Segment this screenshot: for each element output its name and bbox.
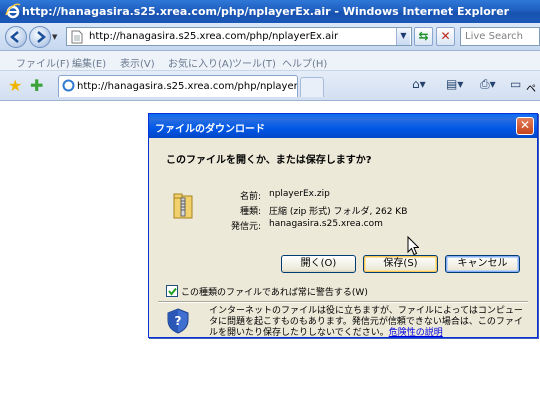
cancel-button[interactable]: キャンセル bbox=[445, 255, 520, 273]
address-input[interactable]: http://hanagasira.s25.xrea.com/php/nplay… bbox=[66, 27, 412, 46]
favorites-star-icon[interactable]: ★ bbox=[8, 76, 22, 95]
menu-help[interactable]: ヘルプ(H) bbox=[282, 55, 327, 70]
dialog-close-button[interactable]: ✕ bbox=[516, 117, 534, 135]
warn-checkbox[interactable] bbox=[166, 285, 178, 297]
loading-icon bbox=[62, 79, 75, 92]
add-favorites-icon[interactable]: ✚ bbox=[30, 76, 43, 95]
menu-view[interactable]: 表示(V) bbox=[120, 55, 155, 70]
page-menu-icon[interactable]: ▭ bbox=[510, 77, 521, 91]
file-download-dialog: ファイルのダウンロード ✕ このファイルを開くか、または保存しますか? 名前: … bbox=[148, 113, 538, 338]
menu-edit[interactable]: 編集(E) bbox=[72, 55, 106, 70]
dialog-body: このファイルを開くか、または保存しますか? 名前: nplayerEx.zip … bbox=[149, 138, 537, 338]
forward-arrow-icon bbox=[37, 31, 46, 43]
internet-explorer-icon bbox=[5, 3, 21, 19]
dialog-titlebar: ファイルのダウンロード ✕ bbox=[149, 114, 537, 138]
refresh-button[interactable]: ⇆ bbox=[414, 27, 433, 46]
type-value: 圧縮 (zip 形式) フォルダ, 262 KB bbox=[269, 207, 408, 217]
type-label: 種類: bbox=[239, 207, 261, 217]
refresh-icon: ⇆ bbox=[418, 29, 429, 43]
menu-favorites[interactable]: お気に入り(A) bbox=[168, 55, 233, 70]
risk-explanation-link[interactable]: 危険性の説明 bbox=[389, 328, 443, 338]
save-button[interactable]: 保存(S) bbox=[363, 255, 438, 273]
close-icon: ✕ bbox=[519, 118, 531, 132]
back-button[interactable] bbox=[5, 26, 27, 48]
new-tab-button[interactable] bbox=[300, 77, 324, 97]
tab-bar: ★ ✚ http://hanagasira.s25.xrea.com/php/n… bbox=[0, 71, 540, 101]
mouse-cursor-icon bbox=[407, 236, 419, 256]
shield-question-icon: ? bbox=[167, 308, 189, 334]
svg-text:?: ? bbox=[175, 314, 182, 328]
history-dropdown-icon[interactable]: ▼ bbox=[52, 33, 57, 41]
print-icon[interactable]: ⎙▾ bbox=[480, 77, 496, 92]
address-dropdown-icon[interactable]: ▼ bbox=[396, 28, 410, 45]
address-url: http://hanagasira.s25.xrea.com/php/nplay… bbox=[89, 31, 339, 42]
name-value: nplayerEx.zip bbox=[269, 189, 330, 199]
page-menu-label[interactable]: ペ bbox=[526, 80, 536, 95]
forward-button[interactable] bbox=[29, 26, 51, 48]
address-bar: ▼ http://hanagasira.s25.xrea.com/php/npl… bbox=[0, 23, 540, 51]
home-icon[interactable]: ⌂▾ bbox=[412, 77, 426, 91]
page-icon bbox=[71, 30, 83, 44]
zip-folder-icon bbox=[173, 193, 193, 219]
source-label: 発信元: bbox=[230, 222, 261, 232]
source-value: hanagasira.s25.xrea.com bbox=[269, 219, 383, 229]
search-input[interactable]: Live Search bbox=[460, 27, 540, 46]
dialog-separator bbox=[158, 301, 528, 303]
search-placeholder: Live Search bbox=[465, 31, 523, 42]
stop-button[interactable]: ✕ bbox=[436, 27, 455, 46]
stop-icon: ✕ bbox=[440, 29, 451, 43]
warning-text: インターネットのファイルは役に立ちますが、ファイルによってはコンピュータに問題を… bbox=[209, 306, 527, 339]
warn-checkbox-label[interactable]: この種類のファイルであれば常に警告する(W) bbox=[181, 285, 368, 298]
dialog-question: このファイルを開くか、または保存しますか? bbox=[166, 155, 372, 166]
tab-title: http://hanagasira.s25.xrea.com/php/nplay… bbox=[77, 81, 298, 92]
window-title: http://hanagasira.s25.xrea.com/php/nplay… bbox=[22, 5, 510, 18]
checkmark-icon bbox=[168, 287, 177, 296]
warning-message: インターネットのファイルは役に立ちますが、ファイルによってはコンピュータに問題を… bbox=[209, 306, 523, 338]
open-button[interactable]: 開く(O) bbox=[281, 255, 356, 273]
tab-current[interactable]: http://hanagasira.s25.xrea.com/php/nplay… bbox=[58, 75, 298, 97]
menu-tools[interactable]: ツール(T) bbox=[232, 55, 276, 70]
menu-bar: ファイル(F) 編集(E) 表示(V) お気に入り(A) ツール(T) ヘルプ(… bbox=[0, 51, 540, 71]
window-titlebar: http://hanagasira.s25.xrea.com/php/nplay… bbox=[0, 0, 540, 23]
menu-file[interactable]: ファイル(F) bbox=[16, 55, 70, 70]
feeds-icon[interactable]: ▤▾ bbox=[446, 77, 463, 91]
back-arrow-icon bbox=[10, 31, 19, 43]
dialog-title: ファイルのダウンロード bbox=[155, 124, 265, 135]
name-label: 名前: bbox=[239, 192, 261, 202]
